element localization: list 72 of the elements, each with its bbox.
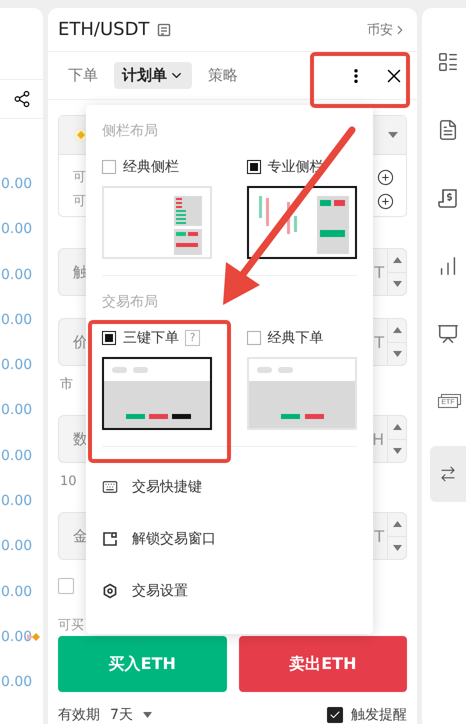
dollar-receipt-icon (437, 187, 459, 209)
layout-option[interactable]: 经典下单 (246, 329, 324, 347)
monitor-chart-icon (437, 323, 459, 345)
available-label: 可买 (58, 617, 84, 634)
price-label: 0.00 (1, 220, 32, 240)
checkbox[interactable] (327, 707, 344, 723)
hint-text: 10 (60, 474, 77, 490)
unit-label: T (374, 332, 384, 352)
swap-icon (439, 465, 457, 483)
caret-icon[interactable] (142, 712, 152, 718)
unit-label: T (374, 262, 384, 282)
step-up-icon[interactable] (392, 327, 402, 334)
validity-label: 有效期 (58, 706, 100, 724)
validity-select[interactable]: 7天 (110, 706, 133, 724)
keyboard-icon (102, 479, 118, 495)
field-label: 金 (73, 526, 88, 546)
price-label: 0.00 (1, 492, 32, 512)
radio-box[interactable] (102, 331, 116, 345)
window-icon (102, 531, 118, 547)
price-label: 0.00 (1, 446, 32, 466)
price-label: 0.00 (1, 673, 32, 692)
sell-button[interactable]: 卖出ETH (238, 636, 408, 692)
tab[interactable]: 计划单 (114, 62, 192, 90)
step-down-icon[interactable] (392, 448, 402, 454)
add-icon[interactable] (377, 168, 394, 186)
price-label: 0.00 (1, 582, 32, 602)
layout-option[interactable]: 三键下单 (102, 329, 179, 347)
exchange-link[interactable]: 币安 (367, 20, 408, 39)
document-icon (437, 119, 459, 141)
add-icon[interactable] (377, 192, 394, 210)
radio-box[interactable] (246, 331, 260, 345)
share-icon[interactable] (12, 90, 30, 108)
menu-item[interactable]: 交易快捷键 (102, 461, 357, 513)
layout-preview[interactable] (102, 357, 212, 430)
menu-item[interactable]: 解锁交易窗口 (102, 513, 357, 565)
section-title: 侧栏布局 (102, 122, 159, 140)
layout-option[interactable]: 经典侧栏 (102, 158, 179, 176)
document-icon[interactable] (157, 22, 172, 37)
unit-label: H (372, 430, 384, 448)
field-label: 价 (73, 332, 88, 352)
asset-label: 可 (73, 169, 86, 186)
unit-label: T (374, 526, 384, 546)
step-down-icon[interactable] (392, 280, 402, 287)
radio-box[interactable] (102, 160, 116, 174)
symbol-title: ETH/USDT (58, 19, 150, 40)
step-down-icon[interactable] (392, 544, 402, 551)
price-label: 0.00 (1, 628, 32, 647)
hint-text: 市 (60, 377, 73, 393)
caret-icon[interactable] (388, 132, 398, 138)
list-icon (437, 51, 459, 73)
step-down-icon[interactable] (392, 350, 402, 357)
checkbox-label: 触发提醒 (351, 706, 408, 724)
tab[interactable]: 下单 (60, 62, 106, 90)
asset-label: 可 (73, 193, 86, 210)
price-label: 0.00 (1, 310, 32, 330)
price-label: 0.00 (1, 266, 32, 285)
step-up-icon[interactable] (392, 257, 402, 264)
section-title: 交易布局 (102, 293, 159, 311)
price-label: 0.00 (1, 175, 32, 194)
step-up-icon[interactable] (392, 424, 402, 430)
settings-icon (102, 583, 118, 599)
check-icon (329, 709, 342, 721)
tab[interactable]: 策略 (200, 62, 246, 90)
menu-item[interactable]: 交易设置 (102, 565, 357, 617)
step-up-icon[interactable] (392, 521, 402, 528)
price-label: 0.00 (1, 537, 32, 556)
radio-box[interactable] (246, 160, 260, 174)
price-label: 0.00 (1, 401, 32, 420)
layout-preview[interactable] (246, 186, 356, 259)
price-label: 0.00 (1, 356, 32, 376)
field-label: 数 (73, 430, 88, 448)
checkbox[interactable] (58, 578, 74, 594)
